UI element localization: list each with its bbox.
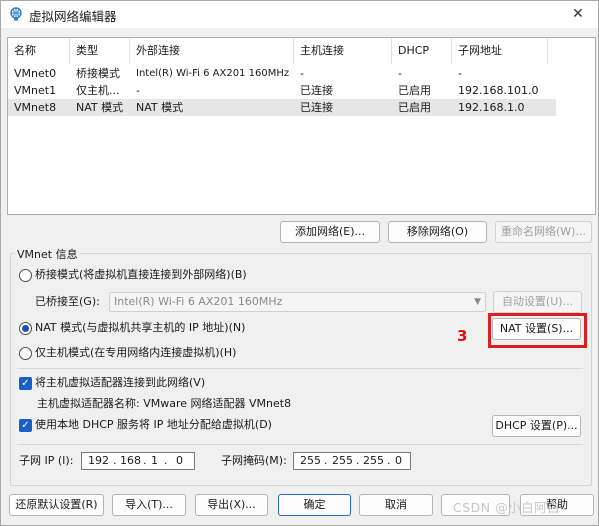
row-external: - [136, 84, 140, 97]
row-subnet: - [458, 67, 462, 80]
remove-network-button[interactable]: 移除网络(O) [388, 221, 487, 243]
cancel-button[interactable]: 取消 [359, 494, 433, 516]
subnet-mask-input[interactable]: 255 . 255 . 255 . 0 [293, 452, 411, 470]
ip-octet: 0 [176, 454, 183, 467]
window-title: 虚拟网络编辑器 [29, 9, 117, 24]
column-header-external[interactable]: 外部连接 [130, 38, 294, 64]
watermark-text: CSDN @小白阿白 [453, 500, 561, 515]
dhcp-settings-button[interactable]: DHCP 设置(P)... [492, 415, 581, 437]
row-external: Intel(R) Wi-Fi 6 AX201 160MHz [136, 68, 290, 79]
row-dhcp: - [398, 67, 402, 80]
host-only-label[interactable]: 仅主机模式(在专用网络内连接虚拟机)(H) [35, 345, 236, 361]
table-row[interactable]: VMnet0 桥接模式 Intel(R) Wi-Fi 6 AX201 160MH… [8, 65, 556, 82]
row-host: 已连接 [300, 84, 333, 97]
auto-settings-button[interactable]: 自动设置(U)... [493, 291, 582, 313]
row-name: VMnet1 [14, 84, 57, 97]
row-host: 已连接 [300, 101, 333, 114]
column-header-type[interactable]: 类型 [70, 38, 130, 64]
table-row[interactable]: VMnet1 仅主机... - 已连接 已启用 192.168.101.0 [8, 82, 556, 99]
mask-octet: 255 [300, 454, 321, 467]
mask-octet: 0 [395, 454, 402, 467]
row-type: 仅主机... [76, 84, 120, 97]
export-button[interactable]: 导出(X)... [195, 494, 268, 516]
connect-adapter-label[interactable]: 将主机虚拟适配器连接到此网络(V) [35, 375, 205, 391]
column-header-subnet[interactable]: 子网地址 [452, 38, 548, 64]
mask-octet: 255 [363, 454, 384, 467]
mask-octet: 255 [332, 454, 353, 467]
table-row-selected[interactable]: VMnet8 NAT 模式 NAT 模式 已连接 已启用 192.168.1.0 [8, 99, 556, 116]
ok-button[interactable]: 确定 [278, 494, 351, 516]
divider [17, 444, 583, 445]
row-host: - [300, 67, 304, 80]
column-header-dhcp[interactable]: DHCP [392, 38, 452, 64]
row-dhcp: 已启用 [398, 84, 431, 97]
adapter-name-text: 主机虚拟适配器名称: VMware 网络适配器 VMnet8 [37, 397, 292, 410]
nat-mode-label[interactable]: NAT 模式(与虚拟机共享主机的 IP 地址)(N) [35, 320, 245, 336]
nat-settings-button[interactable]: NAT 设置(S)... [492, 318, 581, 340]
ip-octet: 1 [151, 454, 158, 467]
row-type: 桥接模式 [76, 67, 120, 80]
bridged-to-label: 已桥接至(G): [35, 295, 100, 308]
list-header: 名称 类型 外部连接 主机连接 DHCP 子网地址 [8, 38, 595, 64]
connect-adapter-checkbox[interactable]: ✓ [19, 377, 32, 390]
bridged-to-value: Intel(R) Wi-Fi 6 AX201 160MHz [114, 295, 283, 308]
row-type: NAT 模式 [76, 101, 124, 114]
row-name: VMnet8 [14, 101, 57, 114]
column-header-name[interactable]: 名称 [8, 38, 70, 64]
divider [17, 368, 583, 369]
virtual-network-editor-window: 虚拟网络编辑器 ✕ 名称 类型 外部连接 主机连接 DHCP 子网地址 VMne… [0, 0, 599, 526]
bridge-mode-radio[interactable] [19, 269, 32, 282]
ip-octet: 192 [88, 454, 109, 467]
ip-octet: 168 [120, 454, 141, 467]
step-number-badge: 3 [457, 327, 468, 345]
subnet-ip-input[interactable]: 192 . 168 . 1 . 0 [81, 452, 195, 470]
close-icon[interactable]: ✕ [558, 1, 598, 28]
column-header-host[interactable]: 主机连接 [294, 38, 392, 64]
row-subnet: 192.168.1.0 [458, 101, 525, 114]
network-list[interactable]: 名称 类型 外部连接 主机连接 DHCP 子网地址 VMnet0 桥接模式 In… [7, 37, 596, 215]
host-only-radio[interactable] [19, 347, 32, 360]
nat-mode-radio[interactable] [19, 322, 32, 335]
import-button[interactable]: 导入(T)... [112, 494, 186, 516]
title-bar: 虚拟网络编辑器 ✕ [1, 1, 598, 28]
network-globe-icon [10, 7, 22, 21]
chevron-down-icon: ▼ [474, 297, 481, 307]
vmnet-info-title: VMnet 信息 [15, 248, 80, 262]
row-subnet: 192.168.101.0 [458, 84, 539, 97]
row-name: VMnet0 [14, 67, 57, 80]
bridge-mode-label[interactable]: 桥接模式(将虚拟机直接连接到外部网络)(B) [35, 267, 247, 283]
rename-network-button[interactable]: 重命名网络(W)... [495, 221, 592, 243]
row-external: NAT 模式 [136, 101, 184, 114]
subnet-mask-label: 子网掩码(M): [221, 454, 287, 467]
dhcp-label[interactable]: 使用本地 DHCP 服务将 IP 地址分配给虚拟机(D) [35, 417, 272, 433]
row-dhcp: 已启用 [398, 101, 431, 114]
bridged-to-select[interactable]: Intel(R) Wi-Fi 6 AX201 160MHz ▼ [109, 292, 486, 312]
subnet-ip-label: 子网 IP (I): [19, 454, 74, 467]
dhcp-checkbox[interactable]: ✓ [19, 419, 32, 432]
add-network-button[interactable]: 添加网络(E)... [280, 221, 380, 243]
restore-defaults-button[interactable]: 还原默认设置(R) [9, 494, 104, 516]
